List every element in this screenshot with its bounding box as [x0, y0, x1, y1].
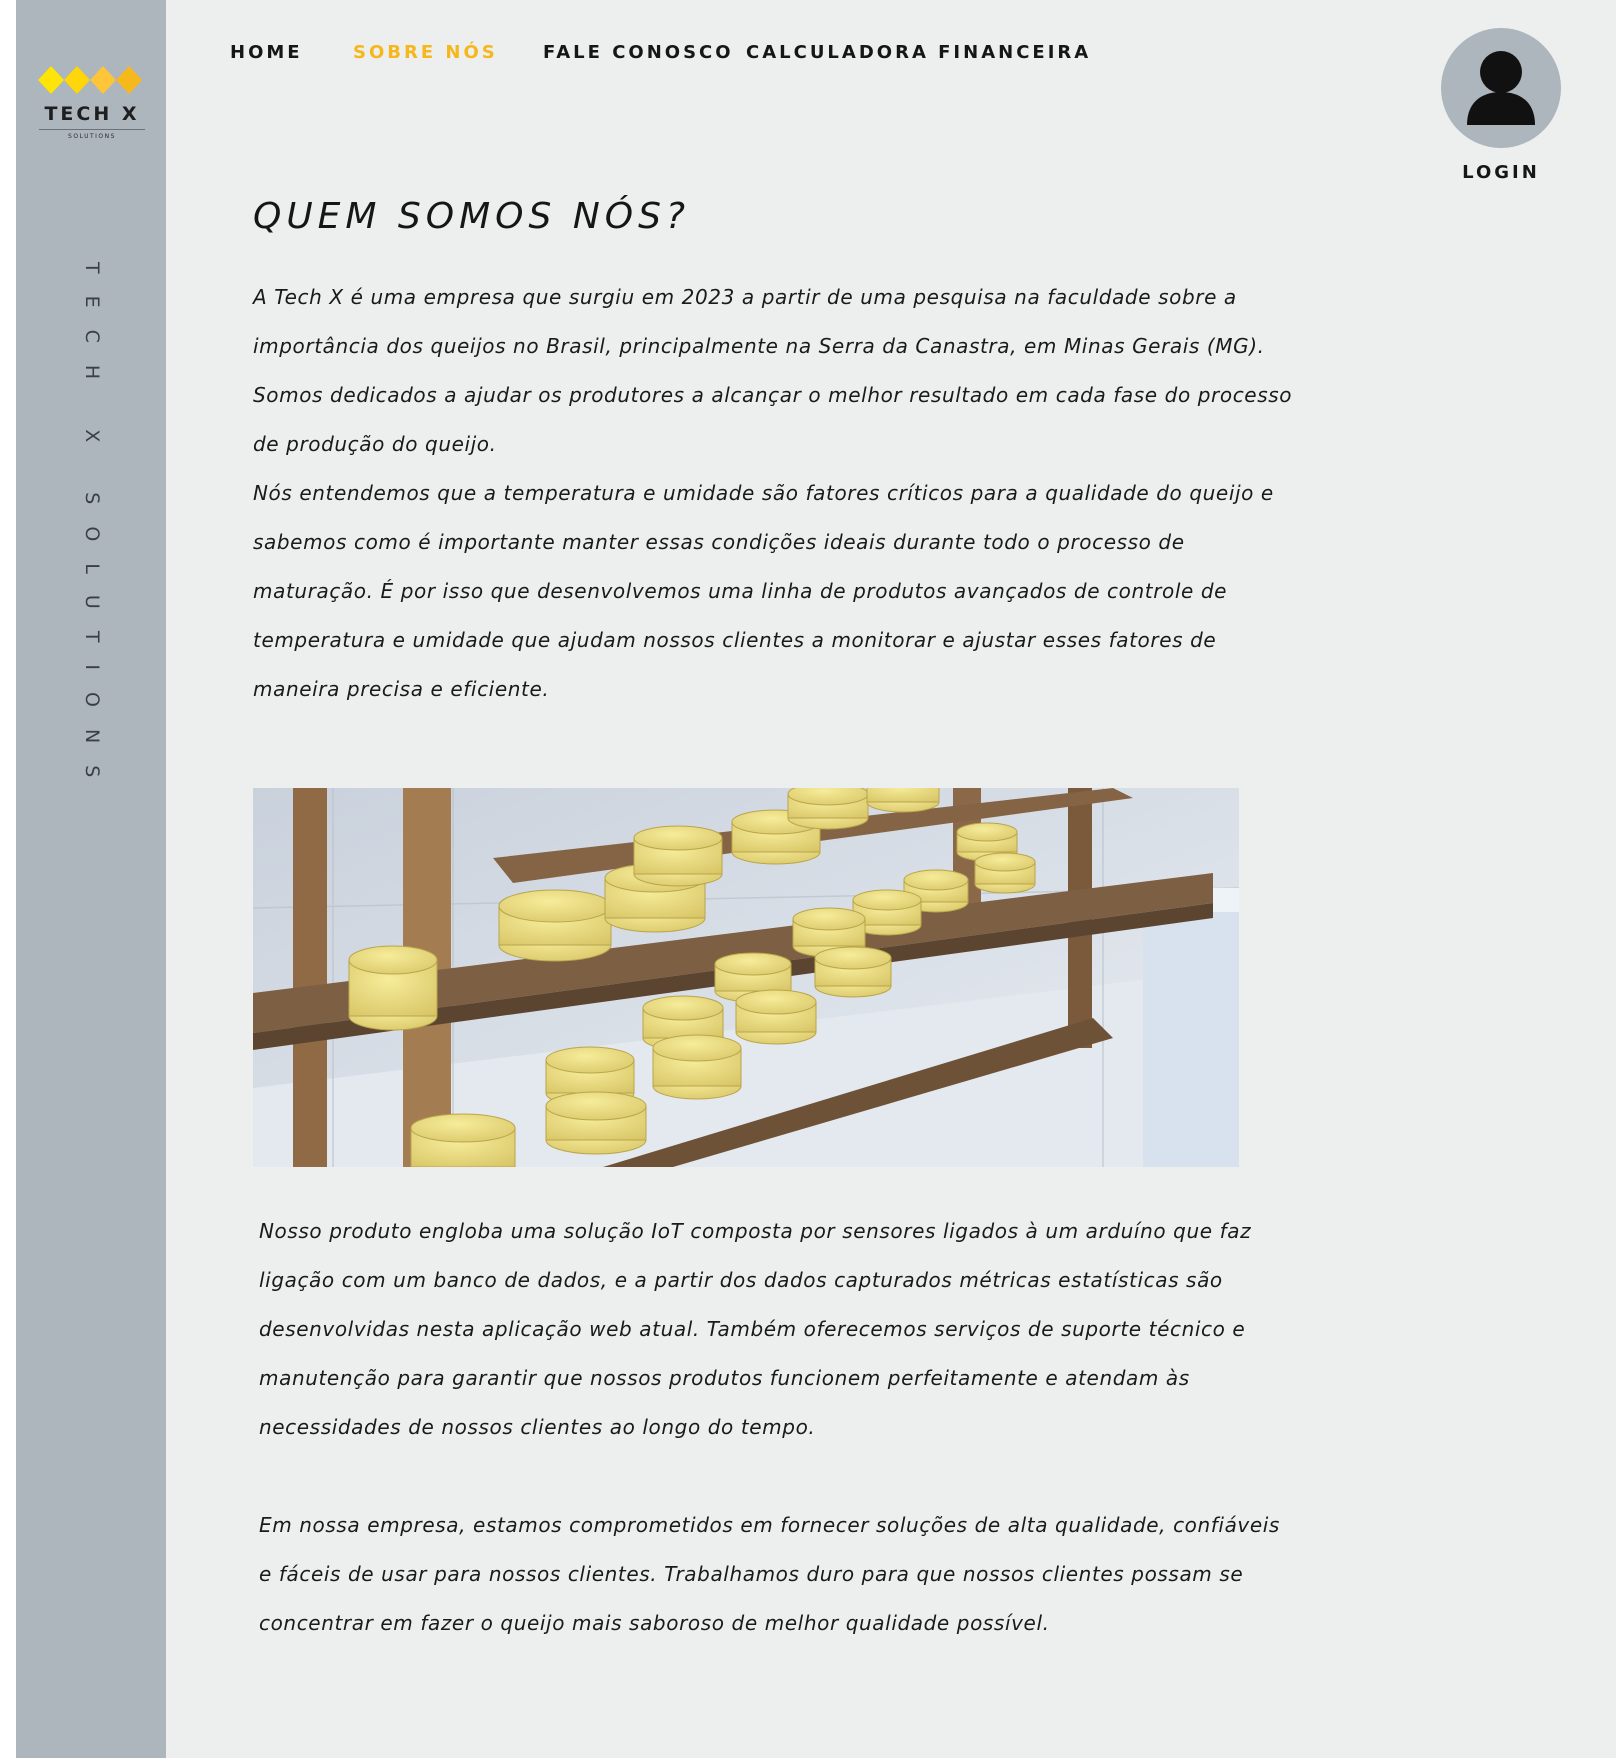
logo-name: TECH X — [44, 103, 140, 125]
body-text: Nosso produto engloba uma solução IoT co… — [259, 1207, 1299, 1648]
intro-text: A Tech X é uma empresa que surgiu em 202… — [253, 273, 1293, 714]
body-paragraph-1: Nosso produto engloba uma solução IoT co… — [259, 1219, 1252, 1439]
cheese-shelves-image — [253, 788, 1239, 1167]
sidebar: TECH X SOLUTIONS TECH X SOLUTIONS — [16, 0, 166, 1758]
intro-paragraph-3: Nós entendemos que a temperatura e umida… — [253, 481, 1274, 701]
body-paragraph-2: Em nossa empresa, estamos comprometidos … — [259, 1513, 1280, 1635]
logo-divider — [39, 129, 145, 130]
vertical-brand-text: TECH X SOLUTIONS — [81, 262, 103, 800]
brand-logo[interactable]: TECH X SOLUTIONS — [36, 62, 148, 144]
intro-paragraph-2: Somos dedicados a ajudar os produtores a… — [253, 383, 1293, 456]
logo-diamonds-icon — [38, 66, 142, 94]
logo-subtitle: SOLUTIONS — [68, 133, 116, 140]
nav-item-sobre-nos[interactable]: SOBRE NÓS — [353, 42, 498, 63]
page: TECH X SOLUTIONS TECH X SOLUTIONS HOME S… — [16, 0, 1616, 1758]
user-avatar-icon[interactable] — [1441, 28, 1561, 148]
intro-paragraph-1: A Tech X é uma empresa que surgiu em 202… — [253, 285, 1265, 358]
nav-item-home[interactable]: HOME — [230, 42, 303, 63]
login-label[interactable]: LOGIN — [1440, 162, 1562, 183]
page-title: QUEM SOMOS NÓS? — [253, 196, 691, 237]
login-button[interactable]: LOGIN — [1440, 28, 1562, 193]
nav-item-calculadora-financeira[interactable]: CALCULADORA FINANCEIRA — [746, 42, 1091, 63]
nav-item-fale-conosco[interactable]: FALE CONOSCO — [543, 42, 734, 63]
